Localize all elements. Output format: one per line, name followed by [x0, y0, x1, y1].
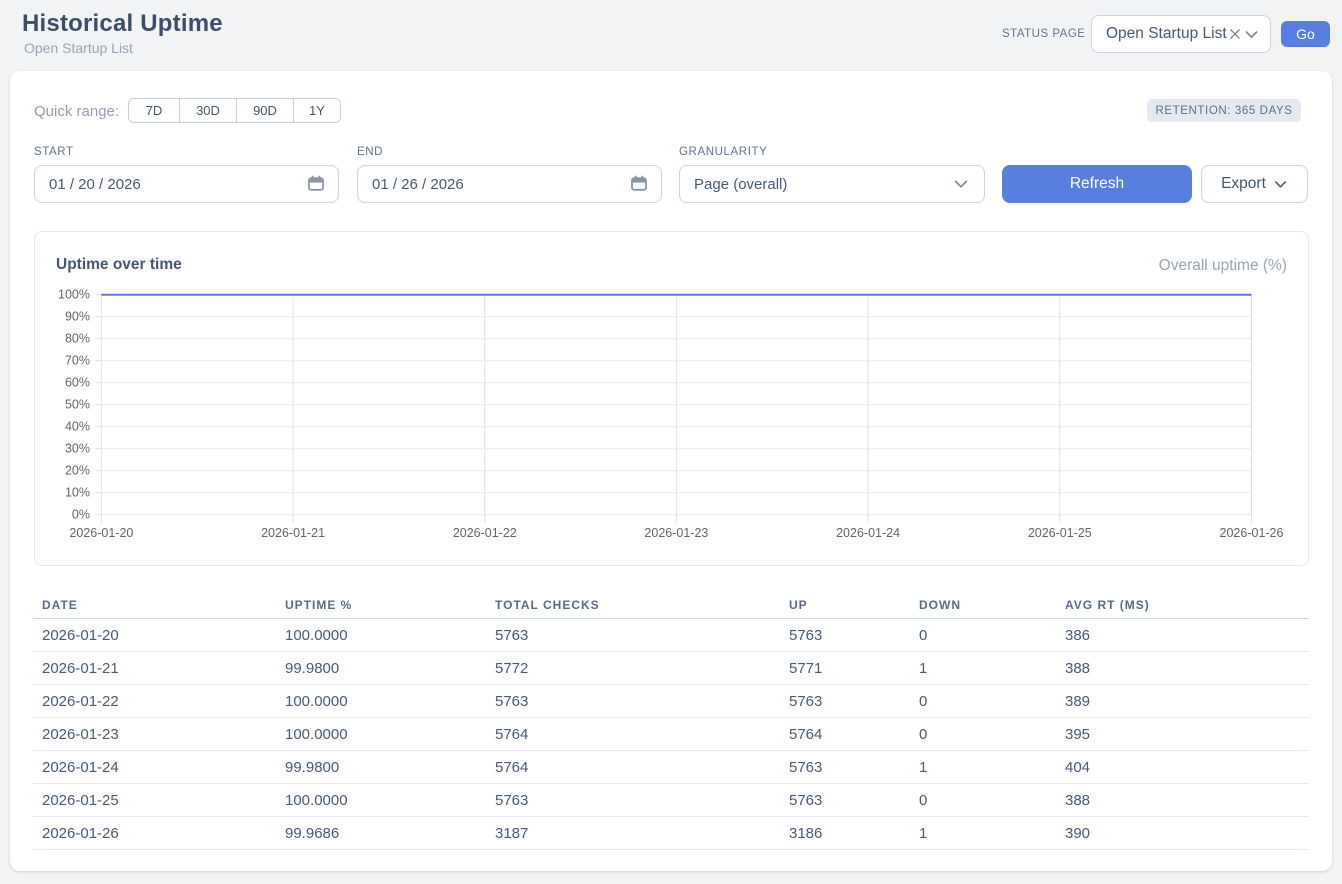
svg-text:2026-01-26: 2026-01-26 [1220, 526, 1284, 540]
svg-text:0%: 0% [72, 507, 90, 521]
svg-text:2026-01-21: 2026-01-21 [261, 526, 325, 540]
svg-text:40%: 40% [65, 419, 90, 433]
svg-text:70%: 70% [65, 353, 90, 367]
svg-text:2026-01-20: 2026-01-20 [69, 526, 133, 540]
svg-text:100%: 100% [58, 287, 90, 301]
svg-text:30%: 30% [65, 441, 90, 455]
svg-text:80%: 80% [65, 331, 90, 345]
svg-text:10%: 10% [65, 485, 90, 499]
svg-text:2026-01-25: 2026-01-25 [1028, 526, 1092, 540]
svg-text:20%: 20% [65, 463, 90, 477]
svg-text:2026-01-24: 2026-01-24 [836, 526, 900, 540]
svg-text:2026-01-22: 2026-01-22 [453, 526, 517, 540]
svg-text:50%: 50% [65, 397, 90, 411]
svg-text:2026-01-23: 2026-01-23 [644, 526, 708, 540]
svg-text:60%: 60% [65, 375, 90, 389]
svg-text:90%: 90% [65, 309, 90, 323]
